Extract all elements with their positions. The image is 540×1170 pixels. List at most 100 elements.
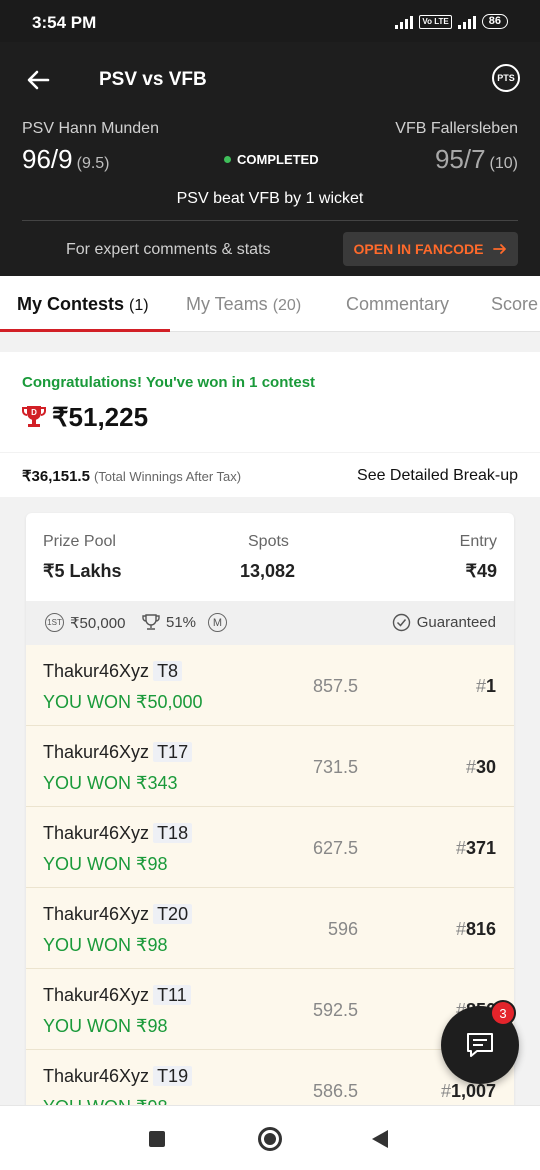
tab-label: My Contests xyxy=(17,294,125,314)
username: Thakur46Xyz xyxy=(43,742,150,762)
svg-text:D: D xyxy=(31,408,37,417)
tab-count: (1) xyxy=(129,297,149,314)
team-left-runs: 96/9 xyxy=(22,144,73,174)
username: Thakur46Xyz xyxy=(43,904,150,924)
tab-commentary[interactable]: Commentary xyxy=(346,294,449,315)
expert-text: For expert comments & stats xyxy=(66,241,271,258)
team-user: Thakur46Xyz T19 xyxy=(43,1066,193,1087)
team-rank-list: Thakur46Xyz T8 YOU WON ₹50,000 857.5 #1 T… xyxy=(26,645,514,1131)
tab-label: Score xyxy=(491,294,539,314)
tab-scorecard[interactable]: Score xyxy=(491,294,538,315)
trophy-icon: D xyxy=(22,406,46,427)
winnings-card: Congratulations! You've won in 1 contest… xyxy=(0,352,540,452)
open-fancode-button[interactable]: OPEN IN FANCODE xyxy=(343,232,518,266)
divider xyxy=(22,220,518,221)
spots-label: Spots xyxy=(248,533,289,550)
team-row[interactable]: Thakur46Xyz T17 YOU WON ₹343 731.5 #30 xyxy=(26,726,514,807)
rank-value: 816 xyxy=(465,919,496,939)
team-rank: #371 xyxy=(456,838,496,859)
team-row[interactable]: Thakur46Xyz T8 YOU WON ₹50,000 857.5 #1 xyxy=(26,645,514,726)
status-text: COMPLETED xyxy=(237,152,319,167)
username: Thakur46Xyz xyxy=(43,823,150,843)
team-number: T11 xyxy=(153,985,191,1005)
match-header: PSV vs VFB PTS PSV Hann Munden VFB Falle… xyxy=(0,42,540,276)
team-left-score: 96/9 (9.5) xyxy=(22,144,110,175)
won-amount: YOU WON ₹50,000 xyxy=(43,692,203,712)
spots-value: 13,082 xyxy=(240,561,296,581)
contest-meta-bar: 1ST ₹50,000 51% M Guaranteed xyxy=(26,601,514,645)
team-points: 592.5 xyxy=(312,1000,358,1020)
open-fancode-label: OPEN IN FANCODE xyxy=(353,241,484,257)
team-rank: #30 xyxy=(466,757,496,778)
first-prize-value: ₹50,000 xyxy=(70,614,126,632)
won-amount: YOU WON ₹343 xyxy=(43,773,178,793)
tab-label: Commentary xyxy=(346,294,450,314)
tab-my-contests[interactable]: My Contests (1) xyxy=(17,294,149,315)
team-left-name: PSV Hann Munden xyxy=(22,120,159,137)
username: Thakur46Xyz xyxy=(43,661,150,681)
won-amount: YOU WON ₹98 xyxy=(43,854,168,874)
status-icons: Vo LTE 86 xyxy=(395,14,508,29)
team-points: 596 xyxy=(327,919,358,939)
win-percent-value: 51% xyxy=(166,613,197,631)
team-points: 731.5 xyxy=(312,757,358,777)
multi-entry-icon: M xyxy=(208,613,227,632)
signal-icon xyxy=(395,15,414,29)
volte-icon: Vo LTE xyxy=(419,14,452,29)
won-amount: YOU WON ₹98 xyxy=(43,935,168,955)
chat-icon xyxy=(467,1033,493,1057)
entry-value: ₹49 xyxy=(465,561,497,581)
rank-hash: # xyxy=(465,757,476,777)
team-right-runs: 95/7 xyxy=(434,144,486,174)
recents-icon[interactable] xyxy=(149,1131,165,1147)
team-rank: #816 xyxy=(456,919,496,940)
team-left-overs: (9.5) xyxy=(76,155,110,172)
tab-my-teams[interactable]: My Teams (20) xyxy=(186,294,301,315)
team-right-score: 95/7 (10) xyxy=(435,144,518,175)
back-arrow-icon[interactable] xyxy=(24,66,52,94)
system-back-icon[interactable] xyxy=(372,1130,388,1148)
guaranteed-label: Guaranteed xyxy=(416,614,496,631)
team-user: Thakur46Xyz T18 xyxy=(43,823,193,844)
pts-icon[interactable]: PTS xyxy=(492,64,520,92)
first-prize: 1ST ₹50,000 xyxy=(45,613,125,632)
rank-value: 30 xyxy=(475,757,496,777)
rank-value: 371 xyxy=(465,838,496,858)
match-status: COMPLETED xyxy=(224,152,319,167)
team-points: 627.5 xyxy=(312,838,358,858)
signal-4g-icon xyxy=(457,15,476,29)
system-nav-bar xyxy=(0,1105,540,1170)
active-tab-indicator xyxy=(0,329,170,332)
tab-count: (20) xyxy=(272,297,302,314)
team-user: Thakur46Xyz T11 xyxy=(43,985,191,1006)
team-row[interactable]: Thakur46Xyz T18 YOU WON ₹98 627.5 #371 xyxy=(26,807,514,888)
team-row[interactable]: Thakur46Xyz T20 YOU WON ₹98 596 #816 xyxy=(26,888,514,969)
entry-label: Entry xyxy=(459,533,497,550)
status-bar: 3:54 PM Vo LTE 86 xyxy=(0,0,540,42)
prize-pool-value: ₹5 Lakhs xyxy=(43,561,122,581)
win-percent: 51% xyxy=(142,613,196,631)
team-number: T19 xyxy=(153,1066,193,1086)
rank-value: 1,007 xyxy=(450,1081,496,1101)
team-number: T20 xyxy=(153,904,193,924)
team-points: 857.5 xyxy=(312,676,358,696)
rank-hash: # xyxy=(455,838,466,858)
username: Thakur46Xyz xyxy=(43,985,150,1005)
contest-card[interactable]: Prize Pool ₹5 Lakhs Spots 13,082 Entry ₹… xyxy=(26,513,514,1170)
tab-bar: My Contests (1) My Teams (20) Commentary… xyxy=(0,276,540,332)
team-user: Thakur46Xyz T17 xyxy=(43,742,193,763)
after-tax-amount: ₹36,151.5 (Total Winnings After Tax) xyxy=(22,467,241,485)
tab-label: My Teams xyxy=(186,294,268,314)
guaranteed: Guaranteed xyxy=(392,613,496,632)
home-icon[interactable] xyxy=(258,1127,282,1151)
multi-entry: M xyxy=(208,613,227,632)
detailed-breakup-link[interactable]: See Detailed Break-up xyxy=(357,467,518,485)
username: Thakur46Xyz xyxy=(43,1066,150,1086)
team-right-overs: (10) xyxy=(489,155,518,172)
match-title: PSV vs VFB xyxy=(99,69,207,90)
app-screen: 3:54 PM Vo LTE 86 PSV vs VFB PTS PSV Han… xyxy=(0,0,540,1170)
rank-value: 1 xyxy=(485,676,496,696)
after-tax-row: ₹36,151.5 (Total Winnings After Tax) See … xyxy=(0,453,540,497)
trophy-outline-icon xyxy=(142,614,160,630)
status-dot-icon xyxy=(224,156,231,163)
